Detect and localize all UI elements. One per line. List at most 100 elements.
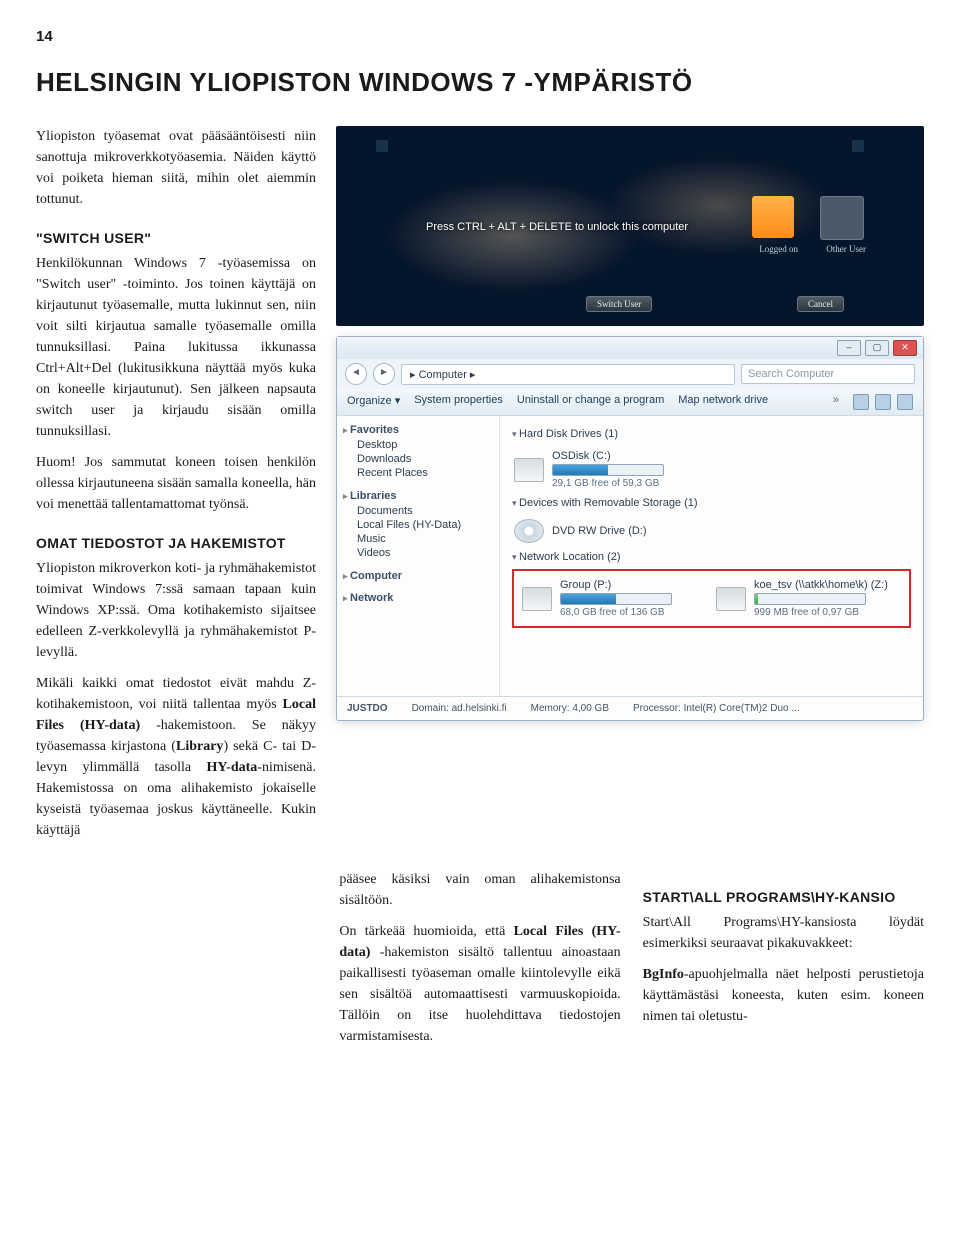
omat-p2: Mikäli kaikki omat tiedostot eivät mahdu… xyxy=(36,673,316,841)
nav-network[interactable]: Network xyxy=(343,592,493,604)
maximize-button[interactable]: ▢ xyxy=(865,340,889,356)
drive-text: DVD RW Drive (D:) xyxy=(552,525,647,537)
nav-computer-group: Computer xyxy=(343,570,493,582)
status-host: JUSTDO xyxy=(347,703,388,714)
drive-name: Group (P:) xyxy=(560,579,672,591)
top-wrap: Yliopiston työasemat ovat pääsääntöisest… xyxy=(36,126,924,851)
breadcrumb[interactable]: ▸ Computer ▸ xyxy=(401,364,735,385)
omat-p1: Yliopiston mikroverkon koti- ja ryhmähak… xyxy=(36,558,316,663)
toolbar-view-icons xyxy=(853,394,913,410)
toolbar-system-properties[interactable]: System properties xyxy=(414,394,503,410)
nav-forward-button[interactable]: ► xyxy=(373,363,395,385)
drive-name: DVD RW Drive (D:) xyxy=(552,525,647,537)
nav-videos[interactable]: Videos xyxy=(343,546,493,560)
drive-home-z[interactable]: koe_tsv (\\atkk\home\k) (Z:) 999 MB free… xyxy=(714,575,890,622)
nav-localfiles[interactable]: Local Files (HY-Data) xyxy=(343,518,493,532)
main-heading: HELSINGIN YLIOPISTON WINDOWS 7 -YMPÄRIST… xyxy=(36,67,924,98)
drive-text: Group (P:) 68,0 GB free of 136 GB xyxy=(560,579,672,618)
preview-pane-icon[interactable] xyxy=(875,394,891,410)
status-memory: Memory: 4,00 GB xyxy=(531,703,609,714)
window-titlebar: – ▢ ✕ xyxy=(337,337,923,359)
status-processor: Processor: Intel(R) Core(TM)2 Duo ... xyxy=(633,703,800,714)
col3-heading: START\ALL PROGRAMS\HY-KANSIO xyxy=(643,887,924,908)
navigation-pane: Favorites Desktop Downloads Recent Place… xyxy=(337,416,500,696)
col3-p2a: BgInfo xyxy=(643,967,684,982)
switch-user-note: Huom! Jos sammutat koneen toisen henkilö… xyxy=(36,452,316,515)
col2-p2a: On tärkeää huomioida, että xyxy=(339,924,513,939)
capacity-bar xyxy=(560,593,672,605)
nav-favorites-group: Favorites Desktop Downloads Recent Place… xyxy=(343,424,493,480)
col2-p2c: -hakemiston sisältö tallentuu ainoastaan… xyxy=(339,945,620,1044)
netdrive-icon xyxy=(522,587,552,611)
switch-user-text: Henkilökunnan Windows 7 -työasemissa on … xyxy=(36,256,316,439)
col3-p1: Start\All Programs\HY-kansiosta löydät e… xyxy=(643,912,924,954)
nav-recent-places[interactable]: Recent Places xyxy=(343,466,493,480)
label-logged-on: Logged on xyxy=(759,244,798,254)
status-domain: Domain: ad.helsinki.fi xyxy=(412,703,507,714)
user-tile-other[interactable] xyxy=(820,196,864,240)
nav-back-button[interactable]: ◄ xyxy=(345,363,367,385)
lockscreen-screenshot: Press CTRL + ALT + DELETE to unlock this… xyxy=(336,126,924,326)
drive-osdisk[interactable]: OSDisk (C:) 29,1 GB free of 59,3 GB xyxy=(512,446,911,493)
col3-p2b: -apuohjelmalla näet helposti perustietoj… xyxy=(643,967,924,1024)
explorer-toolbar: Organize ▾ System properties Uninstall o… xyxy=(337,389,923,416)
nav-network-group: Network xyxy=(343,592,493,604)
nav-libraries[interactable]: Libraries xyxy=(343,490,493,502)
omat-p2a: Mikäli kaikki omat tiedostot eivät mahdu… xyxy=(36,676,316,712)
nav-documents[interactable]: Documents xyxy=(343,504,493,518)
drive-text: koe_tsv (\\atkk\home\k) (Z:) 999 MB free… xyxy=(754,579,888,618)
drive-sub: 999 MB free of 0,97 GB xyxy=(754,607,888,618)
status-bar: JUSTDO Domain: ad.helsinki.fi Memory: 4,… xyxy=(337,696,923,720)
corner-tile-tl xyxy=(376,140,388,152)
label-other-user: Other User xyxy=(826,244,866,254)
drive-sub: 68,0 GB free of 136 GB xyxy=(560,607,672,618)
toolbar-more[interactable]: » xyxy=(833,394,839,410)
bottom-col-1 xyxy=(36,869,317,1057)
capacity-bar xyxy=(754,593,866,605)
bottom-col-2: pääsee käsiksi vain oman alihakemistonsa… xyxy=(339,869,620,1057)
cancel-button[interactable]: Cancel xyxy=(797,296,844,312)
unlock-message: Press CTRL + ALT + DELETE to unlock this… xyxy=(426,221,688,233)
drive-text: OSDisk (C:) 29,1 GB free of 59,3 GB xyxy=(552,450,664,489)
capacity-bar xyxy=(552,464,664,476)
drive-sub: 29,1 GB free of 59,3 GB xyxy=(552,478,664,489)
nav-computer[interactable]: Computer xyxy=(343,570,493,582)
right-column: Press CTRL + ALT + DELETE to unlock this… xyxy=(336,126,924,851)
drive-icon xyxy=(514,458,544,482)
col2-p2: On tärkeää huomioida, että Local Files (… xyxy=(339,921,620,1047)
minimize-button[interactable]: – xyxy=(837,340,861,356)
switch-user-body: Henkilökunnan Windows 7 -työasemissa on … xyxy=(36,253,316,442)
col2-p1: pääsee käsiksi vain oman alihakemistonsa… xyxy=(339,869,620,911)
section-removable[interactable]: Devices with Removable Storage (1) xyxy=(512,497,911,509)
drive-name: koe_tsv (\\atkk\home\k) (Z:) xyxy=(754,579,888,591)
user-tile-logged-on[interactable] xyxy=(752,196,794,238)
netdrive-icon xyxy=(716,587,746,611)
col3-p2: BgInfo-apuohjelmalla näet helposti perus… xyxy=(643,964,924,1027)
bottom-columns: pääsee käsiksi vain oman alihakemistonsa… xyxy=(36,869,924,1057)
address-bar: ◄ ► ▸ Computer ▸ Search Computer xyxy=(337,359,923,389)
view-icon[interactable] xyxy=(853,394,869,410)
drive-group-p[interactable]: Group (P:) 68,0 GB free of 136 GB xyxy=(520,575,674,622)
help-icon[interactable] xyxy=(897,394,913,410)
bottom-col-3: START\ALL PROGRAMS\HY-KANSIO Start\All P… xyxy=(643,869,924,1057)
toolbar-uninstall[interactable]: Uninstall or change a program xyxy=(517,394,664,410)
drive-dvd[interactable]: DVD RW Drive (D:) xyxy=(512,515,911,547)
left-column: Yliopiston työasemat ovat pääsääntöisest… xyxy=(36,126,316,851)
switch-user-button[interactable]: Switch User xyxy=(586,296,652,312)
close-button[interactable]: ✕ xyxy=(893,340,917,356)
toolbar-organize[interactable]: Organize ▾ xyxy=(347,394,400,410)
toolbar-map-drive[interactable]: Map network drive xyxy=(678,394,768,410)
nav-music[interactable]: Music xyxy=(343,532,493,546)
highlight-frame: Group (P:) 68,0 GB free of 136 GB koe_ts… xyxy=(512,569,911,628)
section-network-location[interactable]: Network Location (2) xyxy=(512,551,911,563)
section-hdd[interactable]: Hard Disk Drives (1) xyxy=(512,428,911,440)
nav-downloads[interactable]: Downloads xyxy=(343,452,493,466)
omat-p2d: Library xyxy=(176,739,223,754)
corner-tile-tr xyxy=(852,140,864,152)
explorer-window: – ▢ ✕ ◄ ► ▸ Computer ▸ Search Computer O… xyxy=(336,336,924,721)
nav-favorites[interactable]: Favorites xyxy=(343,424,493,436)
switch-user-heading: "SWITCH USER" xyxy=(36,228,316,249)
search-input[interactable]: Search Computer xyxy=(741,364,915,384)
nav-desktop[interactable]: Desktop xyxy=(343,438,493,452)
omat-heading: OMAT TIEDOSTOT JA HAKEMISTOT xyxy=(36,533,316,554)
